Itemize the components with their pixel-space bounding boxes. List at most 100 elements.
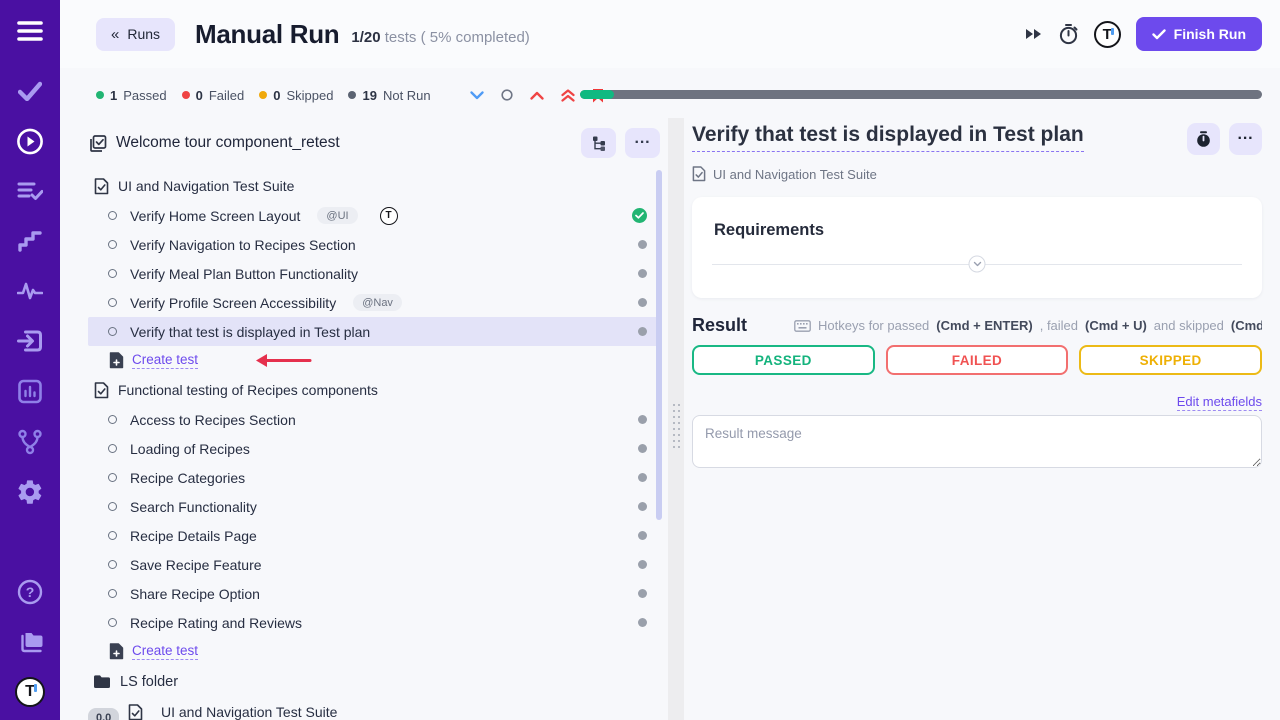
svg-text:?: ? [26, 584, 35, 600]
tree-view-button[interactable] [581, 128, 616, 158]
status-notrun-icon [638, 415, 647, 424]
run-progress-fraction: 1/20 [351, 29, 380, 46]
hotkeys-hint: Hotkeys for passed (Cmd + ENTER) , faile… [794, 318, 1262, 333]
folders-icon[interactable] [17, 630, 44, 654]
panel-resize-divider[interactable] [668, 118, 684, 720]
test-label: Save Recipe Feature [130, 557, 262, 573]
result-heading: Result [692, 315, 747, 336]
run-progress-summary: 1/20 tests ( 5% completed) [351, 29, 529, 46]
test-row[interactable]: Recipe Rating and Reviews [88, 608, 660, 637]
test-bullet-icon [108, 327, 117, 336]
test-bullet-icon [108, 560, 117, 569]
status-notrun-icon [638, 327, 647, 336]
back-to-runs-button[interactable]: « Runs [96, 18, 175, 51]
requirements-heading: Requirements [714, 221, 824, 240]
requirements-expand-button[interactable] [969, 256, 986, 273]
detail-timer-button[interactable] [1187, 123, 1220, 155]
finish-run-button[interactable]: Finish Run [1136, 17, 1262, 51]
suite-row[interactable]: 0.0 UI and Navigation Test Suite [88, 697, 660, 720]
detail-more-button[interactable]: ··· [1229, 123, 1262, 155]
detail-suite-breadcrumb[interactable]: UI and Navigation Test Suite [713, 167, 877, 182]
folder-row[interactable]: LS folder [88, 666, 660, 697]
circle-outline-icon[interactable] [501, 89, 513, 101]
test-row[interactable]: Recipe Categories [88, 463, 660, 492]
suite-doc-icon [128, 704, 143, 720]
run-progress-bar [580, 90, 1262, 99]
test-bullet-icon [108, 618, 117, 627]
test-detail-panel: Verify that test is displayed in Test pl… [692, 118, 1262, 720]
sign-in-icon[interactable] [17, 328, 44, 354]
test-row[interactable]: Search Functionality [88, 492, 660, 521]
test-label: Access to Recipes Section [130, 412, 296, 428]
test-row[interactable]: Verify Meal Plan Button Functionality [88, 259, 660, 288]
test-bullet-icon [108, 211, 117, 220]
test-row[interactable]: Access to Recipes Section [88, 405, 660, 434]
test-row[interactable]: Loading of Recipes [88, 434, 660, 463]
test-row[interactable]: Verify Navigation to Recipes Section [88, 230, 660, 259]
folder-icon [93, 674, 111, 689]
run-play-icon[interactable] [17, 128, 44, 155]
status-notrun-icon [638, 473, 647, 482]
create-test-link[interactable]: Create test [132, 352, 198, 369]
test-label: Share Recipe Option [130, 586, 260, 602]
test-row[interactable]: Share Recipe Option [88, 579, 660, 608]
test-row[interactable]: Save Recipe Feature [88, 550, 660, 579]
menu-icon[interactable] [17, 20, 43, 42]
checklist-icon[interactable] [17, 180, 43, 202]
test-detail-title[interactable]: Verify that test is displayed in Test pl… [692, 123, 1084, 152]
tree-scrollbar[interactable] [656, 170, 662, 520]
activity-icon[interactable] [17, 281, 43, 301]
suite-row[interactable]: UI and Navigation Test Suite [88, 171, 660, 201]
status-notrun-icon [638, 240, 647, 249]
doc-plus-icon [109, 643, 124, 660]
status-notrun-icon [638, 618, 647, 627]
edit-metafields-link[interactable]: Edit metafields [1177, 394, 1262, 411]
test-label: Verify Home Screen Layout [130, 208, 300, 224]
create-test-row: Create test [88, 637, 660, 666]
suite-label: UI and Navigation Test Suite [118, 178, 294, 194]
doc-plus-icon [109, 352, 124, 369]
test-label: Verify that test is displayed in Test pl… [130, 324, 370, 340]
test-row[interactable]: Recipe Details Page [88, 521, 660, 550]
result-message-input[interactable] [692, 415, 1262, 468]
fast-forward-icon[interactable] [1024, 27, 1043, 41]
create-test-row: Create test [88, 346, 660, 375]
run-more-button[interactable]: ··· [625, 128, 660, 158]
stat-skipped: 0Skipped [259, 88, 333, 103]
bar-chart-icon[interactable] [18, 379, 43, 404]
timer-icon[interactable] [1058, 23, 1079, 45]
help-icon[interactable]: ? [17, 579, 43, 605]
test-row[interactable]: Verify Profile Screen Accessibility @Nav [88, 288, 660, 317]
app-logo[interactable]: T [15, 677, 45, 707]
settings-icon[interactable] [16, 478, 44, 506]
check-icon[interactable] [18, 81, 42, 101]
steps-icon[interactable] [18, 230, 42, 252]
finish-run-label: Finish Run [1174, 26, 1246, 42]
mark-passed-button[interactable]: PASSED [692, 345, 875, 375]
status-row: 1Passed 0Failed 0Skipped 19Not Run [96, 85, 1262, 105]
run-checklist-icon [88, 134, 107, 153]
back-to-runs-label: Runs [127, 26, 160, 42]
suite-row[interactable]: Functional testing of Recipes components [88, 375, 660, 405]
app-sidebar: ? T [0, 0, 60, 720]
test-row[interactable]: Verify Home Screen Layout @UI T [88, 201, 660, 230]
test-row-selected[interactable]: Verify that test is displayed in Test pl… [88, 317, 660, 346]
create-test-link[interactable]: Create test [132, 643, 198, 660]
run-header: Welcome tour component_retest ··· [88, 128, 660, 158]
chevron-up-icon[interactable] [530, 91, 544, 100]
status-notrun-icon [638, 589, 647, 598]
test-bullet-icon [108, 473, 117, 482]
mark-skipped-button[interactable]: SKIPPED [1079, 345, 1262, 375]
status-notrun-icon [638, 444, 647, 453]
branch-icon[interactable] [18, 429, 43, 455]
mark-failed-button[interactable]: FAILED [886, 345, 1069, 375]
folder-label: LS folder [120, 674, 178, 690]
chevron-down-icon[interactable] [470, 91, 484, 100]
notrun-dot-icon [348, 91, 356, 99]
check-icon [1152, 29, 1166, 40]
test-label: Recipe Details Page [130, 528, 257, 544]
double-chevron-up-icon[interactable] [561, 89, 575, 102]
chevrons-left-icon: « [111, 26, 119, 43]
run-progress-suffix: tests ( 5% completed) [385, 29, 530, 46]
account-logo[interactable]: T [1094, 21, 1121, 48]
